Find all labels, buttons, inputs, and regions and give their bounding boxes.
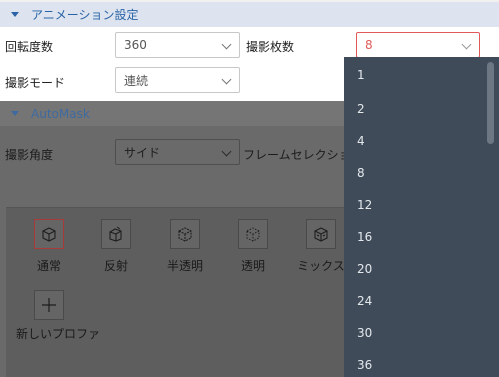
mode-reflect[interactable]: 反射 (86, 219, 146, 274)
automask-section-title: AutoMask (31, 106, 90, 121)
shot-count-value: 8 (365, 38, 373, 52)
dropdown-option[interactable]: 24 (344, 285, 499, 317)
shot-count-label: 撮影枚数 (246, 40, 295, 54)
rotation-label: 回転度数 (5, 40, 54, 54)
shooting-mode-label: 撮影モード (5, 76, 66, 90)
shooting-mode-value: 連続 (124, 73, 149, 88)
collapse-arrow-icon (11, 111, 19, 116)
mode-mixed[interactable]: ミックス (291, 219, 351, 274)
new-profile-label: 新しいプロファ (16, 327, 101, 341)
mixed-cube-icon (306, 219, 336, 249)
dropdown-option[interactable]: 4 (344, 125, 499, 157)
chevron-down-icon (221, 74, 232, 85)
dropdown-option[interactable]: 2 (344, 93, 499, 125)
collapse-arrow-icon (11, 12, 19, 17)
dropdown-option[interactable]: 30 (344, 317, 499, 349)
mode-normal-label: 通常 (36, 259, 61, 273)
shooting-mode-select[interactable]: 連続 (115, 67, 240, 93)
dropdown-option[interactable]: 16 (344, 221, 499, 253)
mode-reflect-label: 反射 (103, 259, 128, 273)
reflect-cube-icon (101, 219, 131, 249)
dropdown-option[interactable]: 8 (344, 157, 499, 189)
mode-semi-transparent[interactable]: 半透明 (155, 219, 215, 274)
rotation-value: 360 (124, 38, 147, 52)
mode-transparent[interactable]: 透明 (223, 219, 283, 274)
dropdown-option[interactable]: 1 (344, 57, 499, 93)
mode-mixed-label: ミックス (297, 259, 345, 273)
shooting-angle-select[interactable]: サイド (115, 139, 240, 165)
mode-normal[interactable]: 通常 (19, 219, 79, 274)
dropdown-scrollbar[interactable] (487, 62, 494, 144)
animation-section-header[interactable]: アニメーション設定 (0, 2, 499, 27)
rotation-select[interactable]: 360 (115, 32, 240, 58)
mode-semi-transparent-label: 半透明 (166, 259, 203, 273)
shot-count-select[interactable]: 8 (356, 32, 480, 58)
mode-transparent-label: 透明 (240, 259, 265, 273)
shooting-angle-value: サイド (124, 145, 161, 160)
dropdown-option[interactable]: 20 (344, 253, 499, 285)
semi-transparent-cube-icon (170, 219, 200, 249)
transparent-cube-icon (238, 219, 268, 249)
shot-count-dropdown-list[interactable]: 1 2 4 8 12 16 20 24 30 36 (344, 57, 499, 377)
add-profile-button[interactable] (34, 290, 64, 320)
chevron-down-icon (461, 39, 472, 50)
plus-icon (42, 298, 56, 312)
dropdown-option[interactable]: 12 (344, 189, 499, 221)
chevron-down-icon (221, 146, 232, 157)
dropdown-option[interactable]: 36 (344, 349, 499, 377)
shooting-angle-label: 撮影角度 (5, 148, 54, 162)
cube-icon (34, 219, 64, 249)
chevron-down-icon (221, 39, 232, 50)
animation-section-title: アニメーション設定 (31, 8, 139, 22)
